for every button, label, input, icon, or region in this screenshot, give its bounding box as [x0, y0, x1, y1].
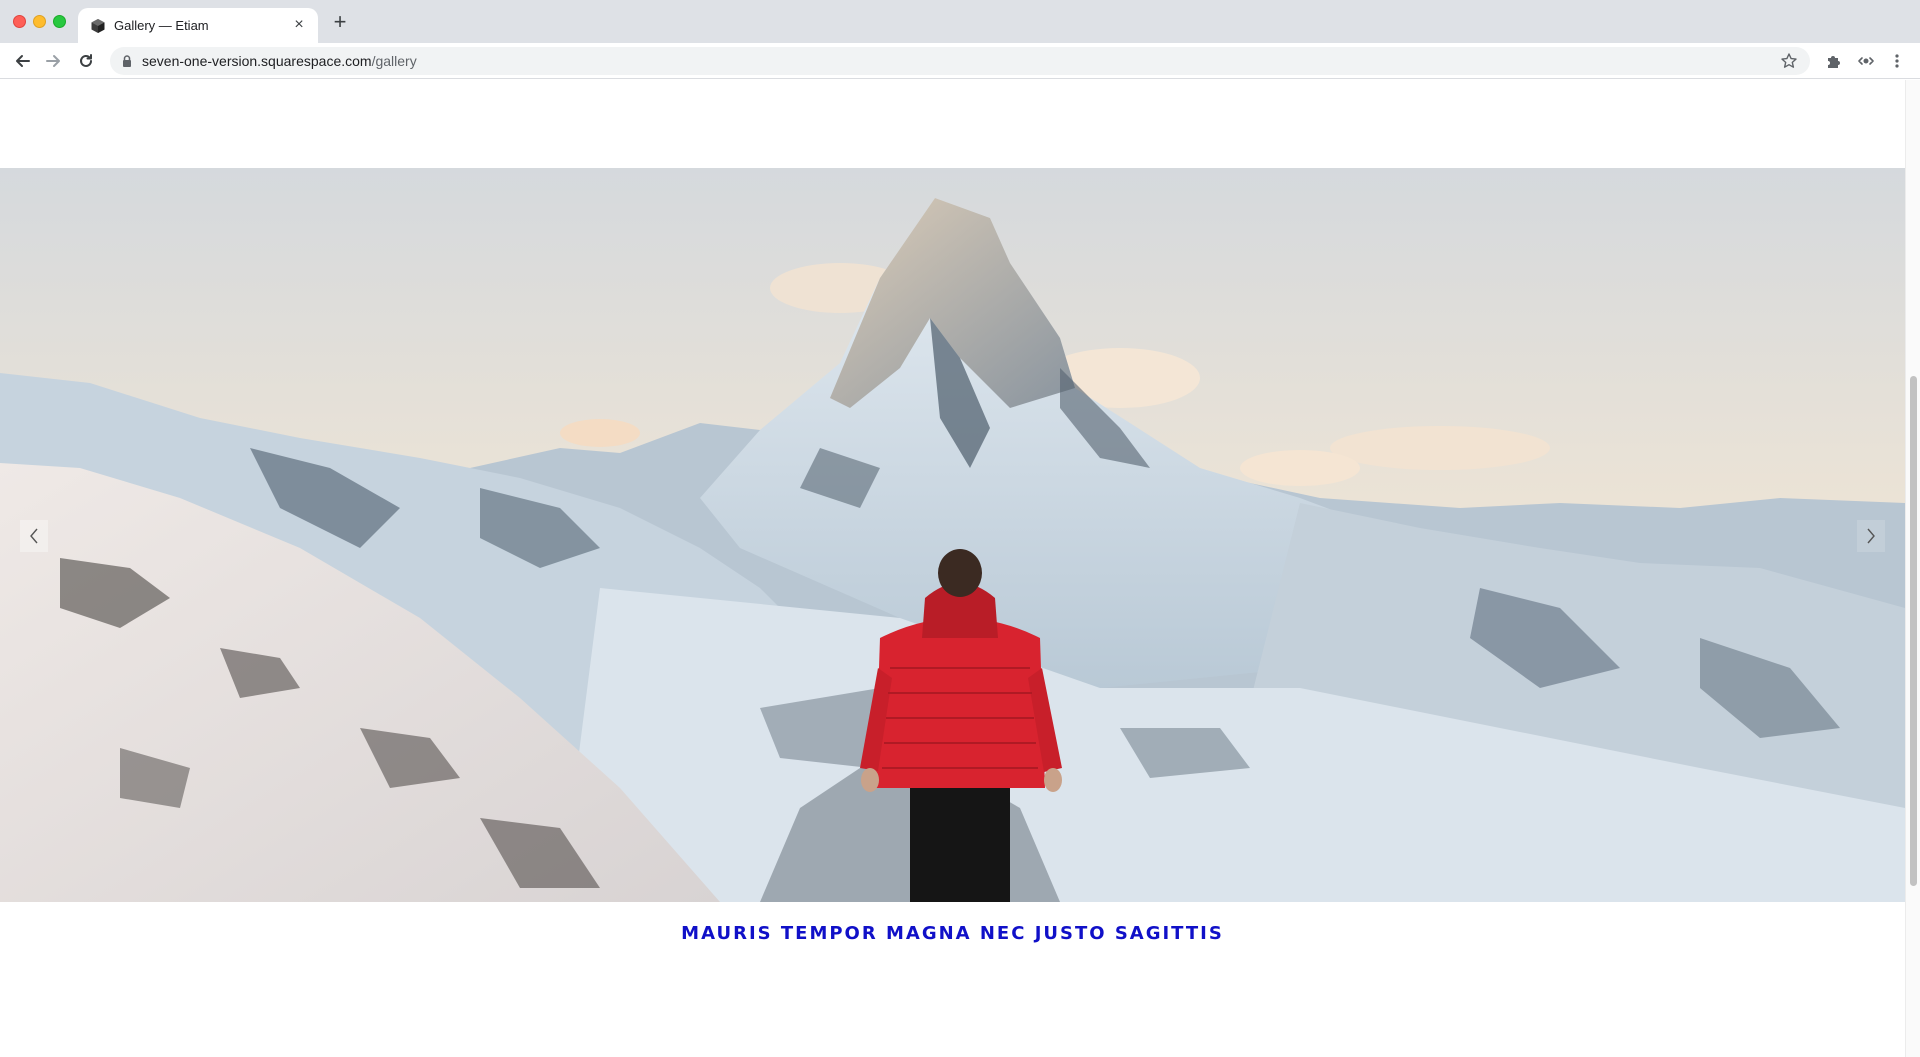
- url-text[interactable]: seven-one-version.squarespace.com/galler…: [142, 53, 417, 69]
- minimize-window-button[interactable]: [33, 15, 46, 28]
- back-button[interactable]: [10, 49, 34, 73]
- arrow-left-icon: [16, 55, 30, 67]
- extension-icon[interactable]: [1857, 52, 1875, 70]
- tab-title: Gallery — Etiam: [114, 18, 209, 33]
- kebab-menu-icon[interactable]: [1888, 52, 1906, 70]
- address-bar[interactable]: seven-one-version.squarespace.com/galler…: [110, 47, 1810, 75]
- close-tab-icon[interactable]: ×: [290, 16, 308, 34]
- zoom-window-button[interactable]: [53, 15, 66, 28]
- browser-toolbar: seven-one-version.squarespace.com/galler…: [0, 43, 1920, 79]
- scrollbar-thumb[interactable]: [1910, 376, 1917, 886]
- url-path: /gallery: [371, 53, 417, 69]
- puzzle-icon[interactable]: [1825, 52, 1843, 70]
- browser-tab-strip: Gallery — Etiam × +: [0, 0, 1920, 43]
- browser-tab-active[interactable]: Gallery — Etiam ×: [78, 8, 318, 43]
- gallery-caption: MAURIS TEMPOR MAGNA NEC JUSTO SAGITTIS: [681, 923, 1224, 944]
- chevron-left-icon: [30, 528, 38, 544]
- gallery-slideshow: [0, 168, 1905, 902]
- close-window-button[interactable]: [13, 15, 26, 28]
- web-page: MAURIS TEMPOR MAGNA NEC JUSTO SAGITTIS: [0, 80, 1920, 1057]
- reload-icon: [80, 54, 92, 67]
- previous-slide-button[interactable]: [20, 520, 48, 552]
- arrow-right-icon: [46, 55, 60, 67]
- url-host: seven-one-version.squarespace.com: [142, 53, 372, 69]
- chevron-right-icon: [1867, 528, 1875, 544]
- page-scrollbar[interactable]: [1905, 80, 1920, 1057]
- gallery-slide-image: [0, 168, 1905, 902]
- reload-button[interactable]: [74, 49, 98, 73]
- cube-icon: [90, 18, 106, 34]
- star-icon[interactable]: [1780, 52, 1798, 70]
- new-tab-button[interactable]: +: [330, 11, 350, 33]
- lock-icon[interactable]: [120, 54, 134, 68]
- forward-button[interactable]: [42, 49, 66, 73]
- next-slide-button[interactable]: [1857, 520, 1885, 552]
